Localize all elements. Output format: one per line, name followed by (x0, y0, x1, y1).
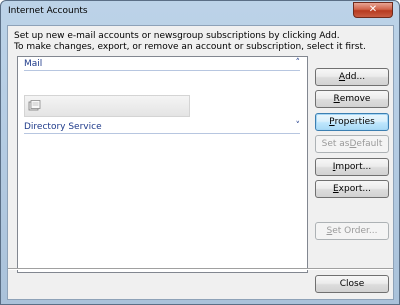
instructions-line-2: To make changes, export, or remove an ac… (14, 42, 366, 52)
export-button[interactable]: Export... (315, 180, 389, 198)
group-label-mail: Mail (24, 59, 43, 69)
remove-button[interactable]: Remove (315, 90, 389, 108)
close-button[interactable]: Close (315, 275, 389, 293)
add-button[interactable]: Add... (315, 68, 389, 86)
group-header-directory-service[interactable]: Directory Service ˅ (24, 121, 301, 134)
dialog-client-area: Set up new e-mail accounts or newsgroup … (7, 25, 394, 300)
set-default-label-post: efault (356, 139, 383, 149)
group-divider (24, 70, 300, 71)
chevron-up-icon[interactable]: ˄ (296, 58, 301, 69)
instructions-text: Set up new e-mail accounts or newsgroup … (14, 31, 366, 53)
remove-button-label-post: emove (339, 94, 371, 104)
properties-button-label-post: roperties (334, 117, 375, 127)
internet-accounts-dialog: Internet Accounts ✕ Set up new e-mail ac… (0, 0, 400, 305)
set-default-label-pre: Set as (321, 139, 350, 149)
add-button-label-post: dd... (345, 72, 366, 82)
footer-separator (8, 268, 393, 269)
set-order-button[interactable]: Set Order... (315, 222, 389, 240)
set-as-default-button[interactable]: Set as Default (315, 135, 389, 153)
set-order-label-post: et Order... (332, 226, 378, 236)
properties-button[interactable]: Properties (315, 113, 389, 131)
window-close-button[interactable]: ✕ (353, 2, 393, 18)
group-header-mail[interactable]: Mail ˄ (24, 58, 301, 71)
import-button-label-post: mport... (335, 162, 372, 172)
accounts-list[interactable]: Mail ˄ Directory Service ˅ (17, 56, 308, 273)
close-icon: ✕ (368, 4, 378, 15)
window-title: Internet Accounts (8, 6, 88, 16)
instructions-line-1: Set up new e-mail accounts or newsgroup … (14, 31, 340, 41)
group-divider (24, 133, 300, 134)
group-label-directory-service: Directory Service (24, 122, 102, 132)
mail-account-icon (28, 100, 41, 111)
export-button-label-post: xport... (338, 184, 372, 194)
mail-account-item[interactable] (24, 95, 190, 117)
title-bar[interactable]: Internet Accounts ✕ (1, 1, 399, 25)
import-button[interactable]: Import... (315, 158, 389, 176)
set-default-accel-key: D (349, 139, 357, 149)
chevron-down-icon[interactable]: ˅ (296, 121, 301, 132)
